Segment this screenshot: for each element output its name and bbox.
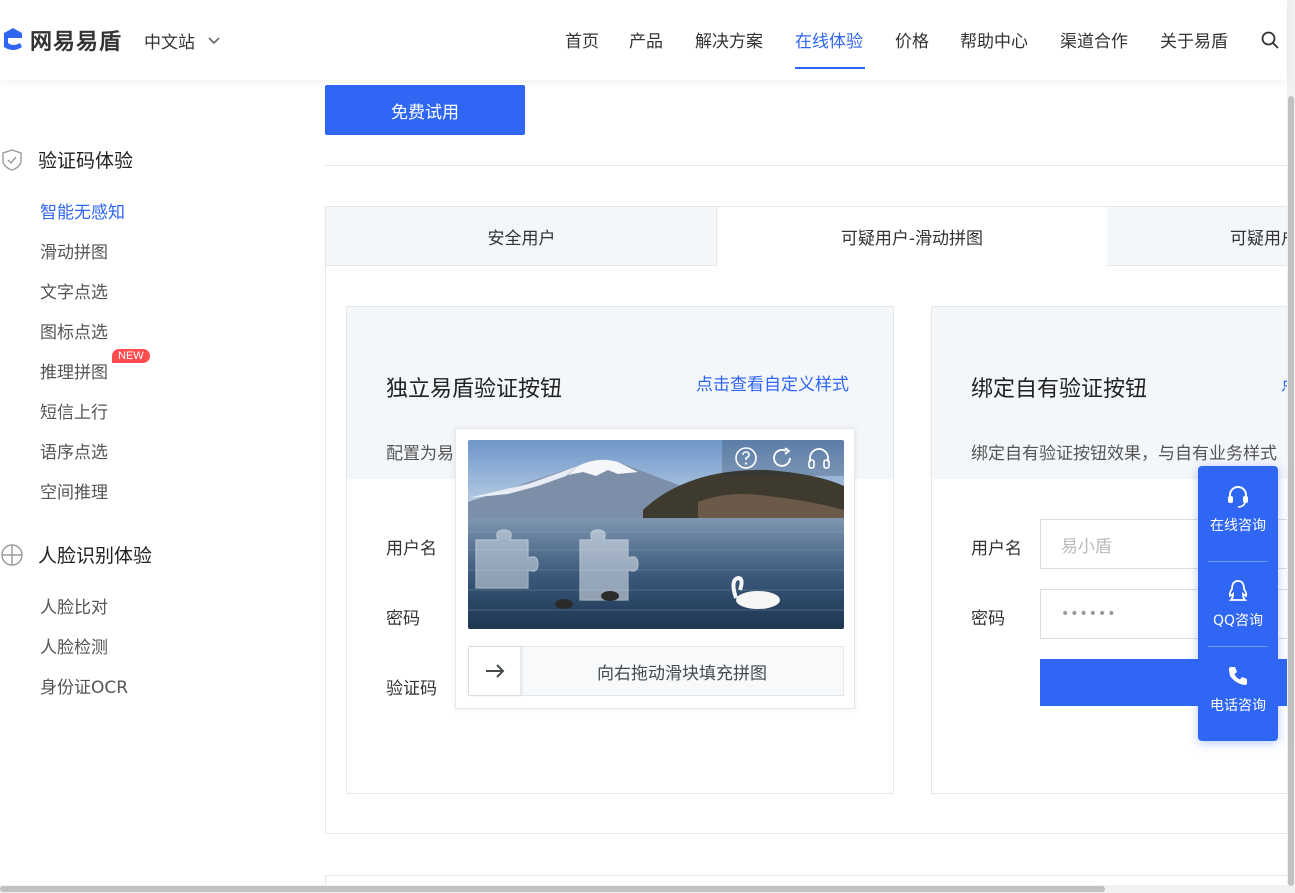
phone-icon	[1229, 666, 1247, 685]
vertical-scrollbar-thumb[interactable]	[1288, 96, 1294, 886]
sidebar-item-face-detect[interactable]: 人脸检测	[40, 633, 108, 658]
sidebar-item-smart-invisible[interactable]: 智能无感知	[40, 198, 125, 223]
next-section-panel	[325, 875, 1287, 885]
active-nav-underline	[795, 67, 865, 69]
slider-handle[interactable]	[469, 647, 521, 695]
nav-help-center[interactable]: 帮助中心	[960, 27, 1028, 52]
slider-hint: 向右拖动滑块填充拼图	[597, 663, 767, 684]
sidebar-item-spatial-reasoning[interactable]: 空间推理	[40, 478, 108, 503]
divider	[325, 165, 1287, 166]
phone-consult-label: 电话咨询	[1210, 697, 1266, 714]
sidebar-group-face-label: 人脸识别体验	[38, 545, 153, 567]
consult-float-panel: 在线咨询 QQ咨询 电话咨询	[1198, 466, 1278, 741]
new-badge: NEW	[112, 349, 150, 363]
sidebar-item-slide-puzzle[interactable]: 滑动拼图	[40, 238, 108, 263]
sidebar-item-id-ocr[interactable]: 身份证OCR	[40, 673, 128, 698]
captcha-toolbar	[722, 440, 844, 476]
sidebar-group-face[interactable]: 人脸识别体验	[0, 541, 152, 568]
card-desc: 绑定自有验证按钮效果，与自有业务样式	[971, 444, 1277, 464]
username-label: 用户名	[971, 539, 1022, 559]
free-trial-button[interactable]: 免费试用	[325, 85, 525, 135]
slide-captcha-popup: 向右拖动滑块填充拼图	[455, 428, 855, 709]
nav-online-demo[interactable]: 在线体验	[795, 27, 863, 52]
sidebar-item-sms-uplink[interactable]: 短信上行	[40, 398, 108, 423]
online-consult-button[interactable]: 在线咨询	[1198, 466, 1278, 551]
top-header: 网易易盾 中文站 首页 产品 解决方案 在线体验 价格 帮助中心 渠道合作 关于…	[0, 0, 1287, 80]
refresh-icon[interactable]	[770, 446, 794, 470]
tab-suspicious-other[interactable]: 可疑用户	[1107, 207, 1288, 266]
sidebar-item-text-click[interactable]: 文字点选	[40, 278, 108, 303]
card-desc: 配置为易	[386, 444, 454, 464]
password-label: 密码	[386, 609, 420, 629]
main-nav: 首页 产品 解决方案 在线体验 价格 帮助中心 渠道合作 关于易盾	[0, 27, 1287, 80]
sidebar-group-captcha[interactable]: 验证码体验	[0, 146, 133, 173]
tab-suspicious-slide[interactable]: 可疑用户-滑动拼图	[716, 207, 1108, 266]
captcha-label: 验证码	[386, 679, 437, 699]
nav-pricing[interactable]: 价格	[895, 27, 929, 52]
card-title: 独立易盾验证按钮	[386, 377, 563, 402]
nav-solutions[interactable]: 解决方案	[695, 27, 763, 52]
qq-consult-button[interactable]: QQ咨询	[1198, 561, 1278, 646]
arrow-right-icon	[485, 664, 504, 678]
vertical-scrollbar[interactable]	[1287, 0, 1295, 893]
sidebar-item-icon-click[interactable]: 图标点选	[40, 318, 108, 343]
username-label: 用户名	[386, 539, 437, 559]
card-title: 绑定自有验证按钮	[971, 377, 1148, 402]
search-icon[interactable]	[1260, 30, 1280, 50]
help-icon[interactable]	[734, 446, 758, 470]
qq-consult-label: QQ咨询	[1212, 612, 1264, 629]
password-label: 密码	[971, 609, 1005, 629]
headset-icon	[1228, 485, 1248, 508]
tab-safe-user[interactable]: 安全用户	[326, 207, 717, 266]
horizontal-scrollbar[interactable]	[0, 885, 1287, 893]
phone-consult-button[interactable]: 电话咨询	[1198, 646, 1278, 731]
sidebar-group-captcha-label: 验证码体验	[38, 150, 134, 172]
sidebar-item-face-compare[interactable]: 人脸比对	[40, 593, 108, 618]
nav-channel-partners[interactable]: 渠道合作	[1060, 27, 1128, 52]
globe-icon	[1, 543, 23, 566]
captcha-image	[468, 440, 844, 629]
nav-products[interactable]: 产品	[629, 27, 663, 52]
custom-style-link[interactable]: 点击查看自定义样式	[696, 370, 849, 395]
horizontal-scrollbar-thumb[interactable]	[0, 886, 1105, 892]
qq-icon	[1228, 579, 1248, 601]
sidebar-item-word-order[interactable]: 语序点选	[40, 438, 108, 463]
shield-icon	[2, 148, 22, 171]
audio-icon[interactable]	[806, 446, 832, 470]
online-consult-label: 在线咨询	[1210, 517, 1266, 534]
nav-about[interactable]: 关于易盾	[1160, 27, 1228, 52]
sidebar-item-reasoning-puzzle[interactable]: 推理拼图	[40, 358, 108, 383]
slider-track: 向右拖动滑块填充拼图	[468, 646, 844, 696]
nav-home[interactable]: 首页	[565, 27, 599, 52]
